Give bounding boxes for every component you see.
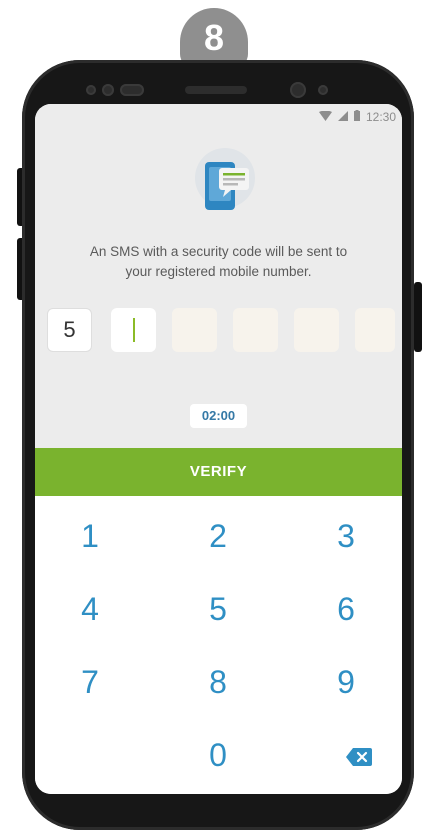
status-time: 12:30	[365, 110, 396, 124]
phone-bottom-bezel	[35, 794, 402, 814]
key-9[interactable]: 9	[296, 652, 396, 712]
status-bar: 12:30	[318, 110, 396, 124]
key-0[interactable]: 0	[168, 725, 268, 785]
key-6[interactable]: 6	[296, 579, 396, 639]
power-button	[414, 282, 422, 352]
security-code-input[interactable]: 5	[47, 308, 397, 352]
countdown-timer: 02:00	[190, 404, 247, 428]
phone-screen: 12:30 An SMS with a security code will b…	[35, 104, 402, 794]
phone-sensors	[0, 80, 427, 100]
sms-info-text: An SMS with a security code will be sent…	[89, 244, 348, 279]
backspace-key[interactable]	[309, 725, 402, 785]
step-number-badge: 8	[180, 8, 248, 68]
key-2[interactable]: 2	[168, 506, 268, 566]
code-digit-6[interactable]	[355, 308, 395, 352]
code-digit-5[interactable]	[294, 308, 339, 352]
earpiece-speaker	[185, 86, 247, 94]
code-digit-2[interactable]	[111, 308, 156, 352]
verification-panel: 12:30 An SMS with a security code will b…	[35, 104, 402, 448]
wifi-icon	[318, 110, 332, 124]
sms-phone-icon	[195, 148, 255, 218]
key-3[interactable]: 3	[296, 506, 396, 566]
code-digit-4[interactable]	[233, 308, 278, 352]
key-4[interactable]: 4	[40, 579, 140, 639]
backspace-icon	[346, 725, 372, 785]
code-digit-3[interactable]	[172, 308, 217, 352]
numeric-keypad: 1 2 3 4 5 6 7 8 9 0	[35, 496, 402, 794]
battery-icon	[353, 110, 360, 124]
text-cursor	[132, 318, 135, 342]
key-7[interactable]: 7	[40, 652, 140, 712]
verify-button[interactable]: VERIFY	[35, 448, 402, 496]
key-1[interactable]: 1	[40, 506, 140, 566]
signal-icon	[337, 110, 348, 124]
key-5[interactable]: 5	[168, 579, 268, 639]
code-digit-1[interactable]: 5	[47, 308, 92, 352]
key-8[interactable]: 8	[168, 652, 268, 712]
